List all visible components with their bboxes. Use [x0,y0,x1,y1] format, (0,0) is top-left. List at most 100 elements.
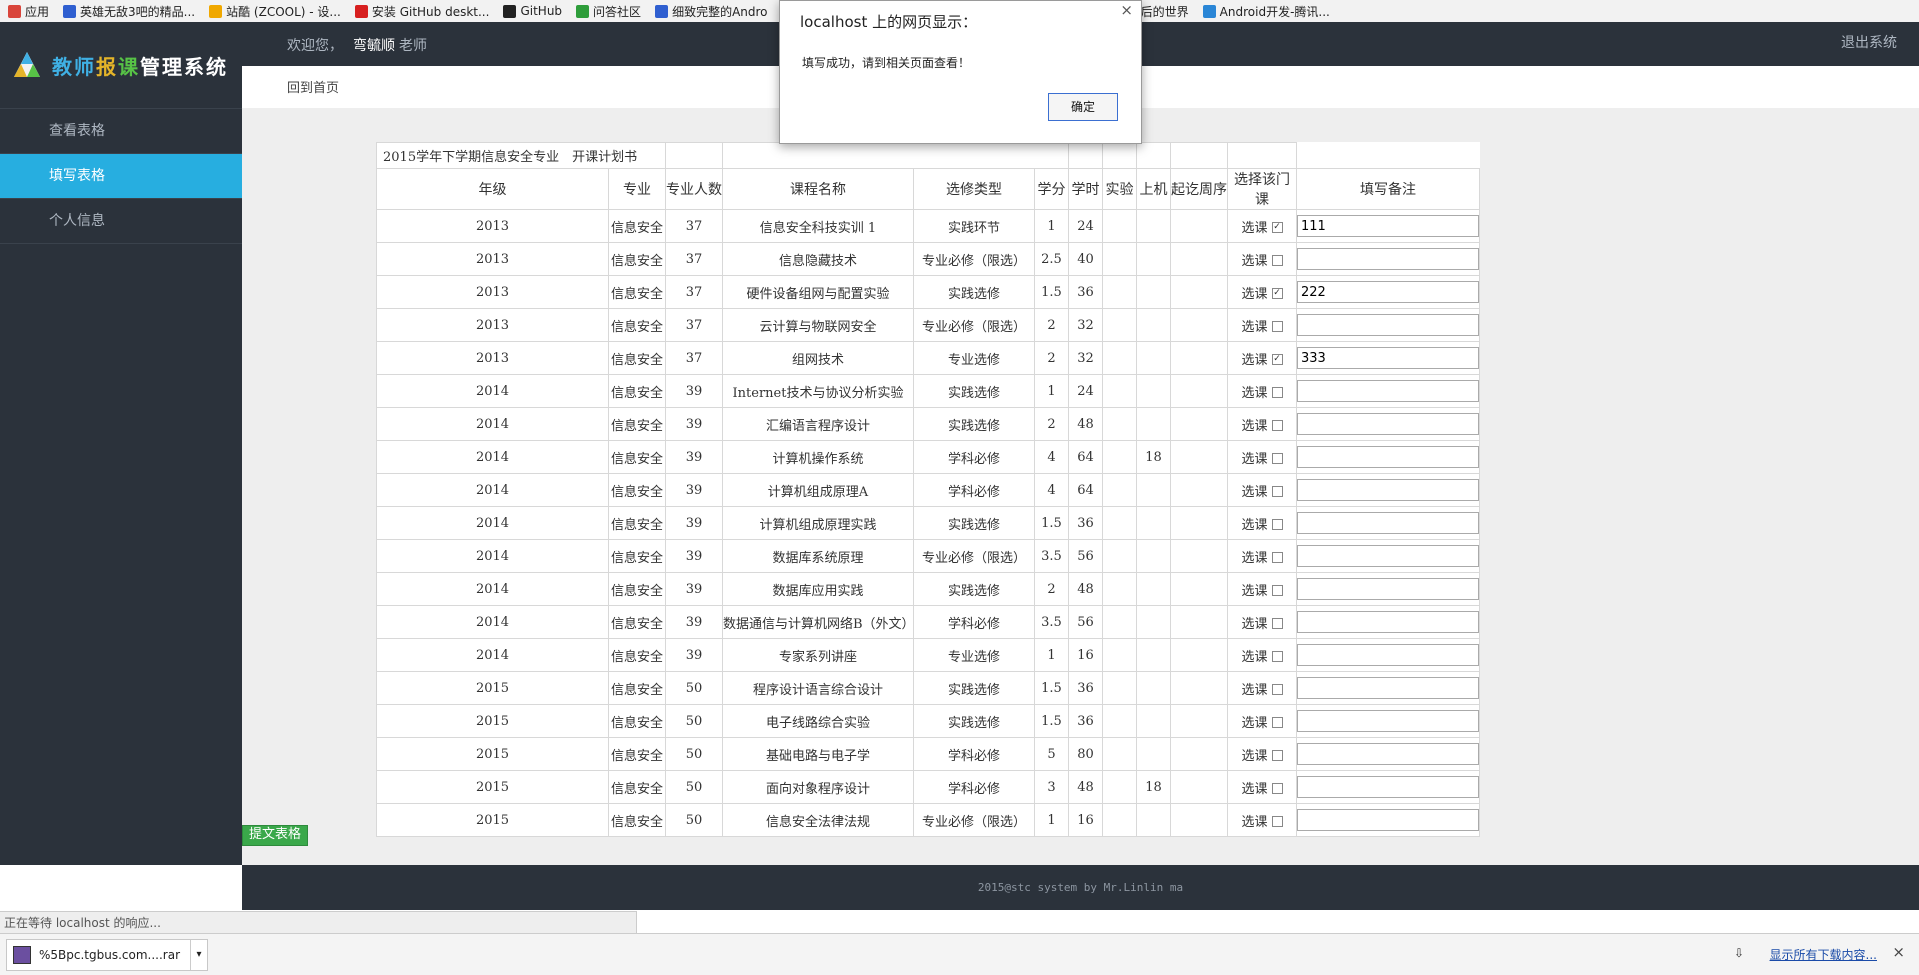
select-course-checkbox[interactable]: ✓ [1271,221,1283,233]
dialog-close-icon[interactable]: × [1120,1,1133,19]
download-item[interactable]: %5Bpc.tgbus.com....rar ▾ [6,939,208,971]
note-input[interactable] [1297,545,1479,567]
major-cell: 信息安全 [608,506,666,540]
empty-cell [1227,142,1297,169]
note-input[interactable] [1297,446,1479,468]
student-count-cell: 39 [665,506,723,540]
sidebar-item-view-tables[interactable]: 查看表格 [0,108,242,153]
select-course-checkbox[interactable] [1271,815,1283,827]
select-course-checkbox[interactable]: ✓ [1271,287,1283,299]
note-input[interactable] [1297,215,1479,237]
note-cell [1296,242,1480,276]
weeks-cell [1170,737,1228,771]
weeks-cell [1170,440,1228,474]
select-course-checkbox[interactable] [1271,584,1283,596]
note-input[interactable] [1297,578,1479,600]
note-input[interactable] [1297,512,1479,534]
breadcrumb-home-link[interactable]: 回到首页 [287,77,339,96]
note-input[interactable] [1297,710,1479,732]
bookmark-item[interactable]: 站酷 (ZCOOL) - 设... [209,3,341,20]
select-course-checkbox[interactable] [1271,386,1283,398]
select-course-checkbox[interactable] [1271,683,1283,695]
sidebar-item-fill-table[interactable]: 填写表格 [0,153,242,198]
note-input[interactable] [1297,314,1479,336]
bookmark-item[interactable]: Android开发-腾讯... [1202,3,1330,20]
submit-table-button[interactable]: 提文表格 [242,825,309,846]
note-input[interactable] [1297,743,1479,765]
bookmark-item[interactable]: GitHub [503,4,562,18]
select-course-checkbox[interactable] [1271,617,1283,629]
bookmark-item[interactable]: 细致完整的Andro [655,3,768,20]
bookmark-item[interactable]: 应用 [8,3,49,20]
close-downloads-icon[interactable]: × [1892,943,1905,961]
note-input[interactable] [1297,611,1479,633]
weeks-cell [1170,704,1228,738]
note-cell [1296,407,1480,441]
note-input[interactable] [1297,248,1479,270]
student-count-cell: 39 [665,638,723,672]
note-input[interactable] [1297,809,1479,831]
downloads-bar: %5Bpc.tgbus.com....rar ▾ ⇩ 显示所有下载内容... × [0,933,1919,975]
select-course-checkbox[interactable] [1271,254,1283,266]
student-count-cell: 50 [665,704,723,738]
table-row: 2014 信息安全 39 数据库应用实践 实践选修 2 48 选课 [376,572,1480,606]
credit-cell: 3.5 [1034,539,1069,573]
select-course-cell: 选课 [1227,605,1297,639]
select-course-checkbox[interactable] [1271,485,1283,497]
grade-cell: 2014 [376,440,609,474]
bookmark-item[interactable]: 问答社区 [576,3,641,20]
select-course-cell: 选课 [1227,638,1297,672]
select-course-checkbox[interactable] [1271,749,1283,761]
weeks-cell [1170,242,1228,276]
note-input[interactable] [1297,479,1479,501]
logout-link[interactable]: 退出系统 [1841,32,1897,52]
note-input[interactable] [1297,677,1479,699]
note-input[interactable] [1297,644,1479,666]
note-input[interactable] [1297,776,1479,798]
note-input[interactable] [1297,281,1479,303]
select-course-cell: 选课 ✓ [1227,275,1297,309]
select-course-cell: 选课 [1227,506,1297,540]
select-course-checkbox[interactable] [1271,650,1283,662]
course-name-cell: Internet技术与协议分析实验 [722,374,914,408]
select-course-cell: 选课 [1227,803,1297,837]
select-course-checkbox[interactable] [1271,452,1283,464]
course-name-cell: 信息安全法律法规 [722,803,914,837]
select-course-label: 选课 [1241,220,1268,236]
logo-char: 课 [118,54,140,79]
weeks-cell [1170,539,1228,573]
computer-cell [1136,638,1171,672]
lab-cell [1102,638,1137,672]
major-cell: 信息安全 [608,407,666,441]
bookmark-item[interactable]: 英雄无敌3吧的精品... [63,3,195,20]
select-course-checkbox[interactable] [1271,716,1283,728]
select-course-checkbox[interactable] [1271,419,1283,431]
note-input[interactable] [1297,380,1479,402]
bookmark-label: 英雄无敌3吧的精品... [80,4,196,19]
select-course-label: 选课 [1241,649,1268,665]
select-course-checkbox[interactable] [1271,320,1283,332]
bookmark-label: GitHub [520,4,563,18]
grade-cell: 2015 [376,770,609,804]
bookmark-label: 应用 [25,4,50,19]
credit-cell: 1 [1034,374,1069,408]
note-input[interactable] [1297,347,1479,369]
select-course-checkbox[interactable]: ✓ [1271,353,1283,365]
bookmark-favicon-icon [1202,4,1216,18]
bookmark-favicon-icon [354,4,368,18]
app-logo[interactable]: 教师报课管理系统 [0,22,242,108]
show-all-downloads-link[interactable]: 显示所有下载内容... [1770,946,1877,963]
sidebar-item-personal-info[interactable]: 个人信息 [0,198,242,244]
select-course-checkbox[interactable] [1271,518,1283,530]
note-input[interactable] [1297,413,1479,435]
lab-cell [1102,770,1137,804]
select-course-checkbox[interactable] [1271,782,1283,794]
chevron-down-icon[interactable]: ▾ [190,940,207,970]
table-row: 2015 信息安全 50 程序设计语言综合设计 实践选修 1.5 36 选课 [376,671,1480,705]
dialog-ok-button[interactable]: 确定 [1048,93,1118,121]
table-row: 2014 信息安全 39 数据库系统原理 专业必修（限选） 3.5 56 选课 [376,539,1480,573]
weeks-cell [1170,275,1228,309]
table-row: 2013 信息安全 37 硬件设备组网与配置实验 实践选修 1.5 36 选课 ✓ [376,275,1480,309]
select-course-checkbox[interactable] [1271,551,1283,563]
bookmark-item[interactable]: 安装 GitHub deskt... [354,3,489,20]
